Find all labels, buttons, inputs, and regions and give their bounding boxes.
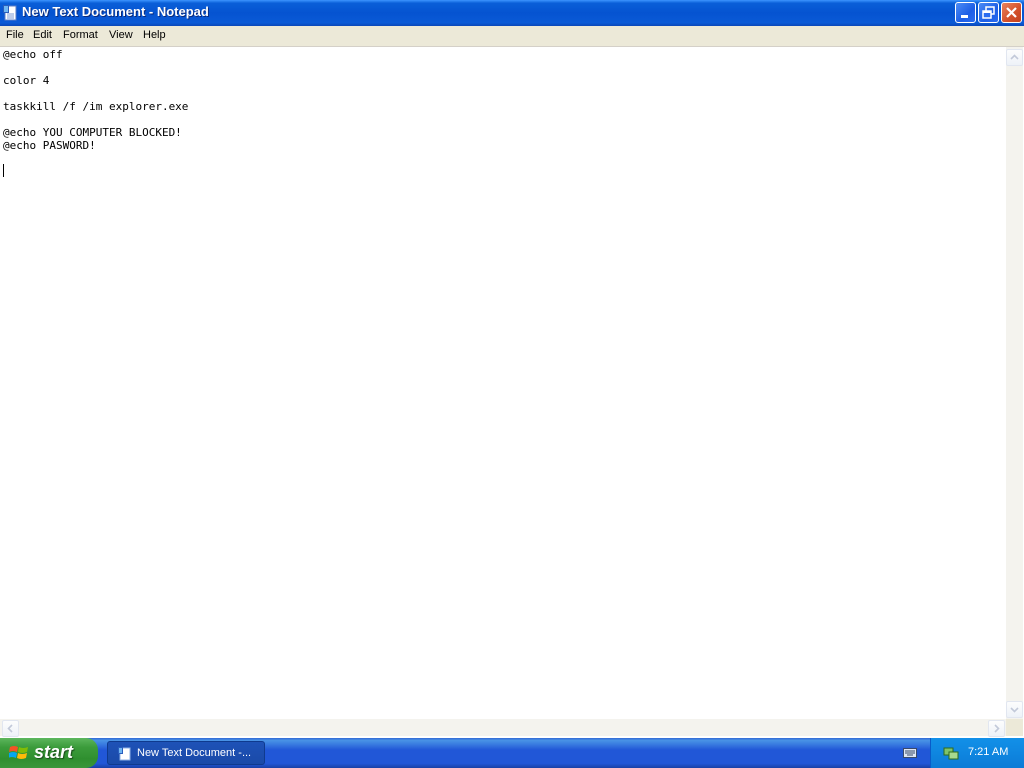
close-button[interactable] bbox=[1001, 2, 1022, 23]
scroll-up-button[interactable] bbox=[1006, 49, 1023, 66]
menu-help[interactable]: Help bbox=[143, 29, 166, 41]
minimize-icon bbox=[961, 15, 968, 18]
chevron-right-icon bbox=[994, 724, 1000, 733]
notepad-icon bbox=[3, 5, 17, 21]
taskbar: start New Text Document -... 7:21 AM bbox=[0, 738, 1024, 768]
menu-file[interactable]: File bbox=[6, 29, 24, 41]
chevron-up-icon bbox=[1010, 54, 1019, 60]
vertical-scrollbar[interactable] bbox=[1006, 47, 1023, 719]
scroll-left-button[interactable] bbox=[2, 720, 19, 737]
window-title: New Text Document - Notepad bbox=[22, 4, 209, 19]
close-icon bbox=[1006, 7, 1017, 18]
text-line: @echo off bbox=[3, 48, 63, 61]
minimize-button[interactable] bbox=[955, 2, 976, 23]
start-label: start bbox=[34, 742, 74, 762]
taskbar-notepad-button[interactable]: New Text Document -... bbox=[107, 741, 265, 765]
menu-bar: File Edit Format View Help bbox=[0, 26, 1024, 47]
text-line: @echo YOU COMPUTER BLOCKED! bbox=[3, 126, 182, 139]
network-icon[interactable] bbox=[943, 745, 959, 761]
chevron-down-icon bbox=[1010, 707, 1019, 713]
windows-logo-icon bbox=[9, 746, 28, 759]
restore-icon bbox=[982, 6, 995, 19]
scrollbar-corner bbox=[1006, 719, 1023, 736]
start-button[interactable]: start bbox=[0, 738, 98, 768]
keyboard-icon[interactable] bbox=[903, 746, 917, 758]
system-tray: 7:21 AM bbox=[930, 738, 1024, 768]
taskbar-notepad-label: New Text Document -... bbox=[137, 747, 252, 759]
scroll-right-button[interactable] bbox=[988, 720, 1005, 737]
text-line: color 4 bbox=[3, 74, 50, 87]
text-caret bbox=[3, 164, 4, 177]
title-bar[interactable]: New Text Document - Notepad bbox=[0, 0, 1024, 26]
scroll-down-button[interactable] bbox=[1006, 701, 1023, 718]
text-line: @echo PASWORD! bbox=[3, 139, 96, 152]
menu-edit[interactable]: Edit bbox=[33, 29, 52, 41]
restore-button[interactable] bbox=[978, 2, 999, 23]
chevron-left-icon bbox=[7, 724, 13, 733]
menu-view[interactable]: View bbox=[109, 29, 133, 41]
text-line: taskkill /f /im explorer.exe bbox=[3, 100, 189, 113]
menu-format[interactable]: Format bbox=[63, 29, 98, 41]
clock[interactable]: 7:21 AM bbox=[968, 746, 1008, 758]
notepad-icon bbox=[118, 747, 131, 761]
text-editor[interactable]: @echo off color 4 taskkill /f /im explor… bbox=[0, 47, 1006, 719]
horizontal-scrollbar[interactable] bbox=[0, 719, 1006, 737]
